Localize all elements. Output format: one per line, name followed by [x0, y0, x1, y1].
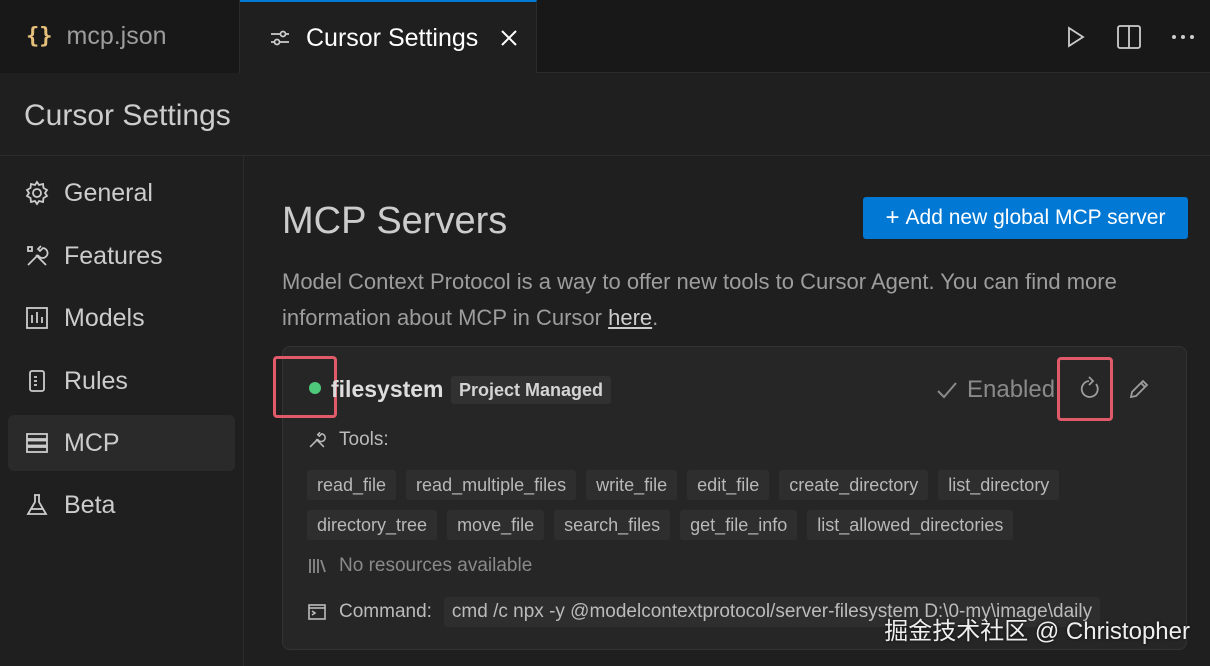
tool-chip-move-file: move_file — [447, 510, 545, 540]
button-label: Add new global MCP server — [905, 206, 1166, 229]
settings-sidebar: General Features Models Rules MCP Beta — [0, 156, 244, 666]
sidebar-item-label: Models — [64, 303, 145, 332]
sidebar-item-label: MCP — [64, 428, 120, 457]
tool-chip-list-allowed-directories: list_allowed_directories — [807, 510, 1014, 540]
split-editor-icon[interactable] — [1102, 17, 1156, 57]
refresh-icon[interactable] — [1073, 373, 1105, 405]
sidebar-item-general[interactable]: General — [8, 165, 235, 221]
resources-text: No resources available — [339, 555, 533, 576]
settings-main: MCP Servers + Add new global MCP server … — [245, 156, 1210, 666]
tool-chip-create-directory: create_directory — [779, 470, 929, 500]
description-text: Model Context Protocol is a way to offer… — [282, 269, 1117, 330]
sidebar-item-mcp[interactable]: MCP — [8, 415, 235, 471]
edit-icon[interactable] — [1123, 373, 1155, 405]
section-title: MCP Servers — [282, 200, 508, 242]
rules-icon — [24, 368, 50, 394]
tab-actions — [1048, 0, 1210, 73]
tab-label: Cursor Settings — [306, 23, 479, 52]
sidebar-item-label: Rules — [64, 366, 128, 395]
tools-label-text: Tools: — [339, 429, 389, 450]
command-label: Command: — [339, 601, 432, 622]
tools-icon — [307, 430, 327, 450]
editor-tab-bar: {} mcp.json Cursor Settings — [0, 0, 1210, 74]
tool-chip-read-multiple-files: read_multiple_files — [406, 470, 577, 500]
add-global-mcp-server-button[interactable]: + Add new global MCP server — [863, 197, 1188, 239]
tool-chip-list-directory: list_directory — [938, 470, 1060, 500]
sidebar-item-beta[interactable]: Beta — [8, 477, 235, 533]
project-managed-badge: Project Managed — [451, 376, 612, 404]
models-icon — [24, 305, 50, 331]
tool-chip-read-file: read_file — [307, 470, 397, 500]
tool-chip-write-file: write_file — [586, 470, 678, 500]
plus-icon: + — [885, 204, 900, 231]
server-name: filesystem — [331, 376, 444, 402]
sidebar-item-label: General — [64, 178, 153, 207]
page-title: Cursor Settings — [24, 99, 231, 132]
tool-chip-directory-tree: directory_tree — [307, 510, 438, 540]
flask-icon — [24, 492, 50, 518]
sidebar-item-features[interactable]: Features — [8, 228, 235, 284]
resources-status: No resources available — [307, 555, 532, 577]
close-icon[interactable] — [498, 27, 520, 49]
sidebar-item-rules[interactable]: Rules — [8, 353, 235, 409]
enabled-label: Enabled — [967, 376, 1056, 403]
highlight-box-status — [273, 356, 337, 418]
tab-label: mcp.json — [66, 22, 167, 50]
json-braces-icon: {} — [26, 24, 53, 49]
description-end: . — [652, 305, 659, 330]
settings-header: Cursor Settings — [0, 73, 1210, 156]
here-link[interactable]: here — [608, 305, 652, 330]
settings-sliders-icon — [268, 26, 292, 50]
tool-chip-edit-file: edit_file — [687, 470, 770, 500]
tab-mcp-json[interactable]: {} mcp.json — [0, 0, 240, 73]
terminal-icon — [307, 602, 327, 622]
enabled-status: Enabled — [935, 376, 1055, 404]
status-dot — [309, 382, 321, 394]
tools-icon — [24, 243, 50, 269]
library-icon — [307, 556, 327, 576]
tools-label: Tools: — [307, 429, 389, 451]
run-icon[interactable] — [1048, 17, 1102, 57]
check-icon — [935, 378, 959, 402]
tool-chip-search-files: search_files — [554, 510, 671, 540]
section-description: Model Context Protocol is a way to offer… — [282, 264, 1182, 336]
tab-cursor-settings[interactable]: Cursor Settings — [240, 0, 537, 74]
gear-icon — [24, 180, 50, 206]
tool-chip-get-file-info: get_file_info — [680, 510, 798, 540]
tool-chips: read_file read_multiple_files write_file ed… — [307, 470, 1167, 540]
mcp-server-card: filesystem Project Managed Enabled Tools… — [273, 346, 1187, 650]
sidebar-item-label: Features — [64, 241, 163, 270]
more-icon[interactable] — [1156, 17, 1210, 57]
sidebar-item-label: Beta — [64, 490, 116, 519]
watermark: 掘金技术社区 @ Christopher — [884, 618, 1190, 645]
sidebar-item-models[interactable]: Models — [8, 290, 235, 346]
mcp-icon — [24, 430, 50, 456]
